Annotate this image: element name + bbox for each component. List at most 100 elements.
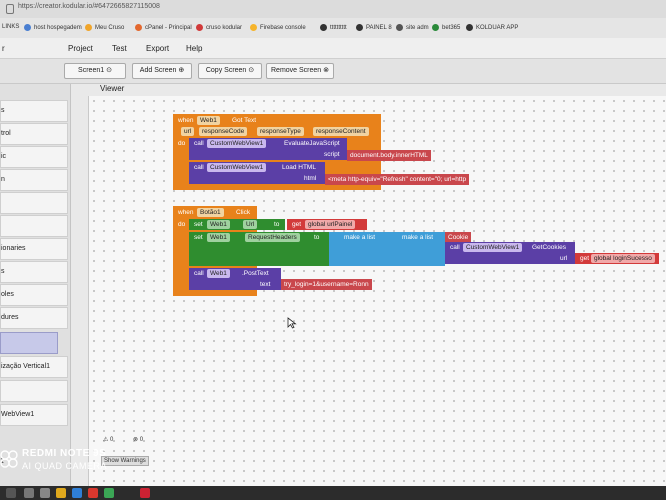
sidebar-item[interactable] — [0, 192, 68, 214]
bookmark-item[interactable]: cruso kodular — [196, 24, 242, 31]
variable-dropdown[interactable]: global urlPainel — [305, 220, 356, 229]
make-list-label: make a list — [344, 234, 376, 241]
component-dropdown[interactable]: CustomWebView1 — [463, 243, 523, 252]
bookmark-item[interactable]: Firebase console — [250, 24, 306, 31]
set-label: set — [194, 221, 203, 228]
method-name: GetCookies — [532, 244, 566, 251]
bookmark-icon — [320, 24, 327, 31]
show-warnings-button[interactable]: Show Warnings — [101, 456, 149, 466]
bookmark-item[interactable]: PAINEL 8 — [356, 24, 392, 31]
sidebar-item[interactable]: ionaries — [0, 238, 68, 260]
edge-icon[interactable] — [72, 488, 82, 498]
start-icon[interactable] — [6, 488, 16, 498]
bookmark-icon — [432, 24, 439, 31]
bookmarks-bar: LINKS host hospegadem Meu Cruso cPanel -… — [0, 18, 666, 39]
component-dropdown[interactable]: Botão1 — [197, 208, 224, 217]
component-dropdown[interactable]: CustomWebView1 — [207, 163, 267, 172]
make-list-label: make a list — [402, 234, 434, 241]
bookmark-icon — [196, 24, 203, 31]
sidebar-item[interactable]: s — [0, 261, 68, 283]
variable-dropdown[interactable]: global loginSucesso — [591, 254, 655, 263]
component-dropdown[interactable]: Web1 — [207, 233, 230, 242]
remove-screen-button[interactable]: Remove Screen ⊗ — [266, 63, 334, 79]
browser-url-bar[interactable]: https://creator.kodular.io/#647266582711… — [0, 0, 666, 19]
chrome-icon[interactable] — [88, 488, 98, 498]
screen-select-button[interactable]: Screen1 ⊙ — [64, 63, 126, 79]
watermark-line2: AI QUAD CAMERA — [22, 461, 108, 471]
sidebar-item[interactable] — [0, 380, 68, 402]
sidebar-item-selected[interactable] — [0, 332, 58, 354]
search-icon[interactable] — [24, 488, 34, 498]
text-block[interactable]: try_login=1&username=Ronn — [281, 279, 372, 290]
app-icon[interactable] — [140, 488, 150, 498]
component-dropdown[interactable]: Web1 — [207, 269, 230, 278]
property-dropdown[interactable]: RequestHeaders — [245, 233, 300, 242]
menu-project[interactable]: Project — [68, 44, 93, 53]
sidebar-item[interactable]: trol — [0, 123, 68, 145]
app-icon[interactable] — [104, 488, 114, 498]
arg-label: text — [260, 281, 271, 288]
call-label: call — [194, 164, 204, 171]
url-text[interactable]: https://creator.kodular.io/#647266582711… — [18, 3, 160, 10]
to-label: to — [274, 221, 280, 228]
param-responsecontent[interactable]: responseContent — [313, 127, 369, 136]
method-name: EvaluateJavaScript — [284, 140, 340, 147]
error-icon[interactable]: ⊗ 0 — [133, 436, 143, 443]
method-name: Load HTML — [282, 164, 316, 171]
bookmark-icon — [85, 24, 92, 31]
sidebar-item[interactable]: ic — [0, 146, 68, 168]
sidebar-item[interactable]: ização Vertical1 — [0, 356, 68, 378]
menu-test[interactable]: Test — [112, 44, 127, 53]
viewer-label: Viewer — [100, 84, 125, 93]
add-screen-button[interactable]: Add Screen ⊕ — [132, 63, 192, 79]
event-name: Got Text — [232, 117, 257, 124]
call-label: call — [194, 270, 204, 277]
property-dropdown[interactable]: Url — [243, 220, 258, 229]
method-name: .PostText — [242, 270, 269, 277]
bookmark-item[interactable]: tttttttttt — [320, 24, 347, 31]
bookmark-item[interactable]: host hospegadem — [24, 24, 82, 31]
bookmark-item[interactable]: LINKS — [2, 24, 19, 30]
copy-screen-button[interactable]: Copy Screen ⊙ — [198, 63, 262, 79]
blocks-workspace[interactable]: when Web1 Got Text url responseCode resp… — [88, 96, 666, 500]
call-label: call — [194, 140, 204, 147]
sidebar-item[interactable]: s — [0, 100, 68, 122]
sidebar-item[interactable]: WebView1 — [0, 404, 68, 426]
bookmark-icon — [396, 24, 403, 31]
menu-help[interactable]: Help — [186, 44, 202, 53]
mouse-cursor-icon — [287, 317, 297, 329]
bookmark-item[interactable]: site adm — [396, 24, 429, 31]
warning-icon[interactable]: ⚠ 0 — [103, 436, 113, 443]
app-logo: r — [2, 44, 5, 53]
sidebar-item[interactable] — [0, 215, 68, 237]
text-value: try_login=1&username=Ronn — [284, 281, 369, 288]
bookmark-item[interactable]: KOLDUAR APP — [466, 24, 518, 31]
sidebar-item[interactable]: dures — [0, 307, 68, 329]
error-count: 0 — [139, 437, 144, 443]
menu-export[interactable]: Export — [146, 44, 169, 53]
taskview-icon[interactable] — [40, 488, 50, 498]
param-responsetype[interactable]: responseType — [257, 127, 304, 136]
set-label: set — [194, 234, 203, 241]
bookmark-icon — [356, 24, 363, 31]
bookmark-item[interactable]: Meu Cruso — [85, 24, 124, 31]
text-block[interactable]: document.body.innerHTML — [347, 150, 431, 161]
bookmark-icon — [466, 24, 473, 31]
camera-logo-icon — [0, 450, 18, 468]
sidebar-item[interactable]: oles — [0, 284, 68, 306]
component-dropdown[interactable]: Web1 — [207, 220, 230, 229]
sidebar-item[interactable]: n — [0, 169, 68, 191]
lock-icon — [6, 4, 14, 14]
param-responsecode[interactable]: responseCode — [199, 127, 248, 136]
component-dropdown[interactable]: CustomWebView1 — [207, 139, 267, 148]
param-url[interactable]: url — [181, 127, 195, 136]
screen-toolbar: Screen1 ⊙ Add Screen ⊕ Copy Screen ⊙ Rem… — [0, 59, 666, 84]
get-label: get — [292, 221, 302, 228]
component-dropdown[interactable]: Web1 — [197, 116, 220, 125]
text-block[interactable]: <meta http-equiv="Refresh" content="0; u… — [325, 174, 470, 185]
bookmark-item[interactable]: bet365 — [432, 24, 460, 31]
event-name: Click — [236, 209, 251, 216]
bookmark-item[interactable]: cPanel - Principal — [135, 24, 192, 31]
arg-label: html — [304, 175, 317, 182]
folder-icon[interactable] — [56, 488, 66, 498]
